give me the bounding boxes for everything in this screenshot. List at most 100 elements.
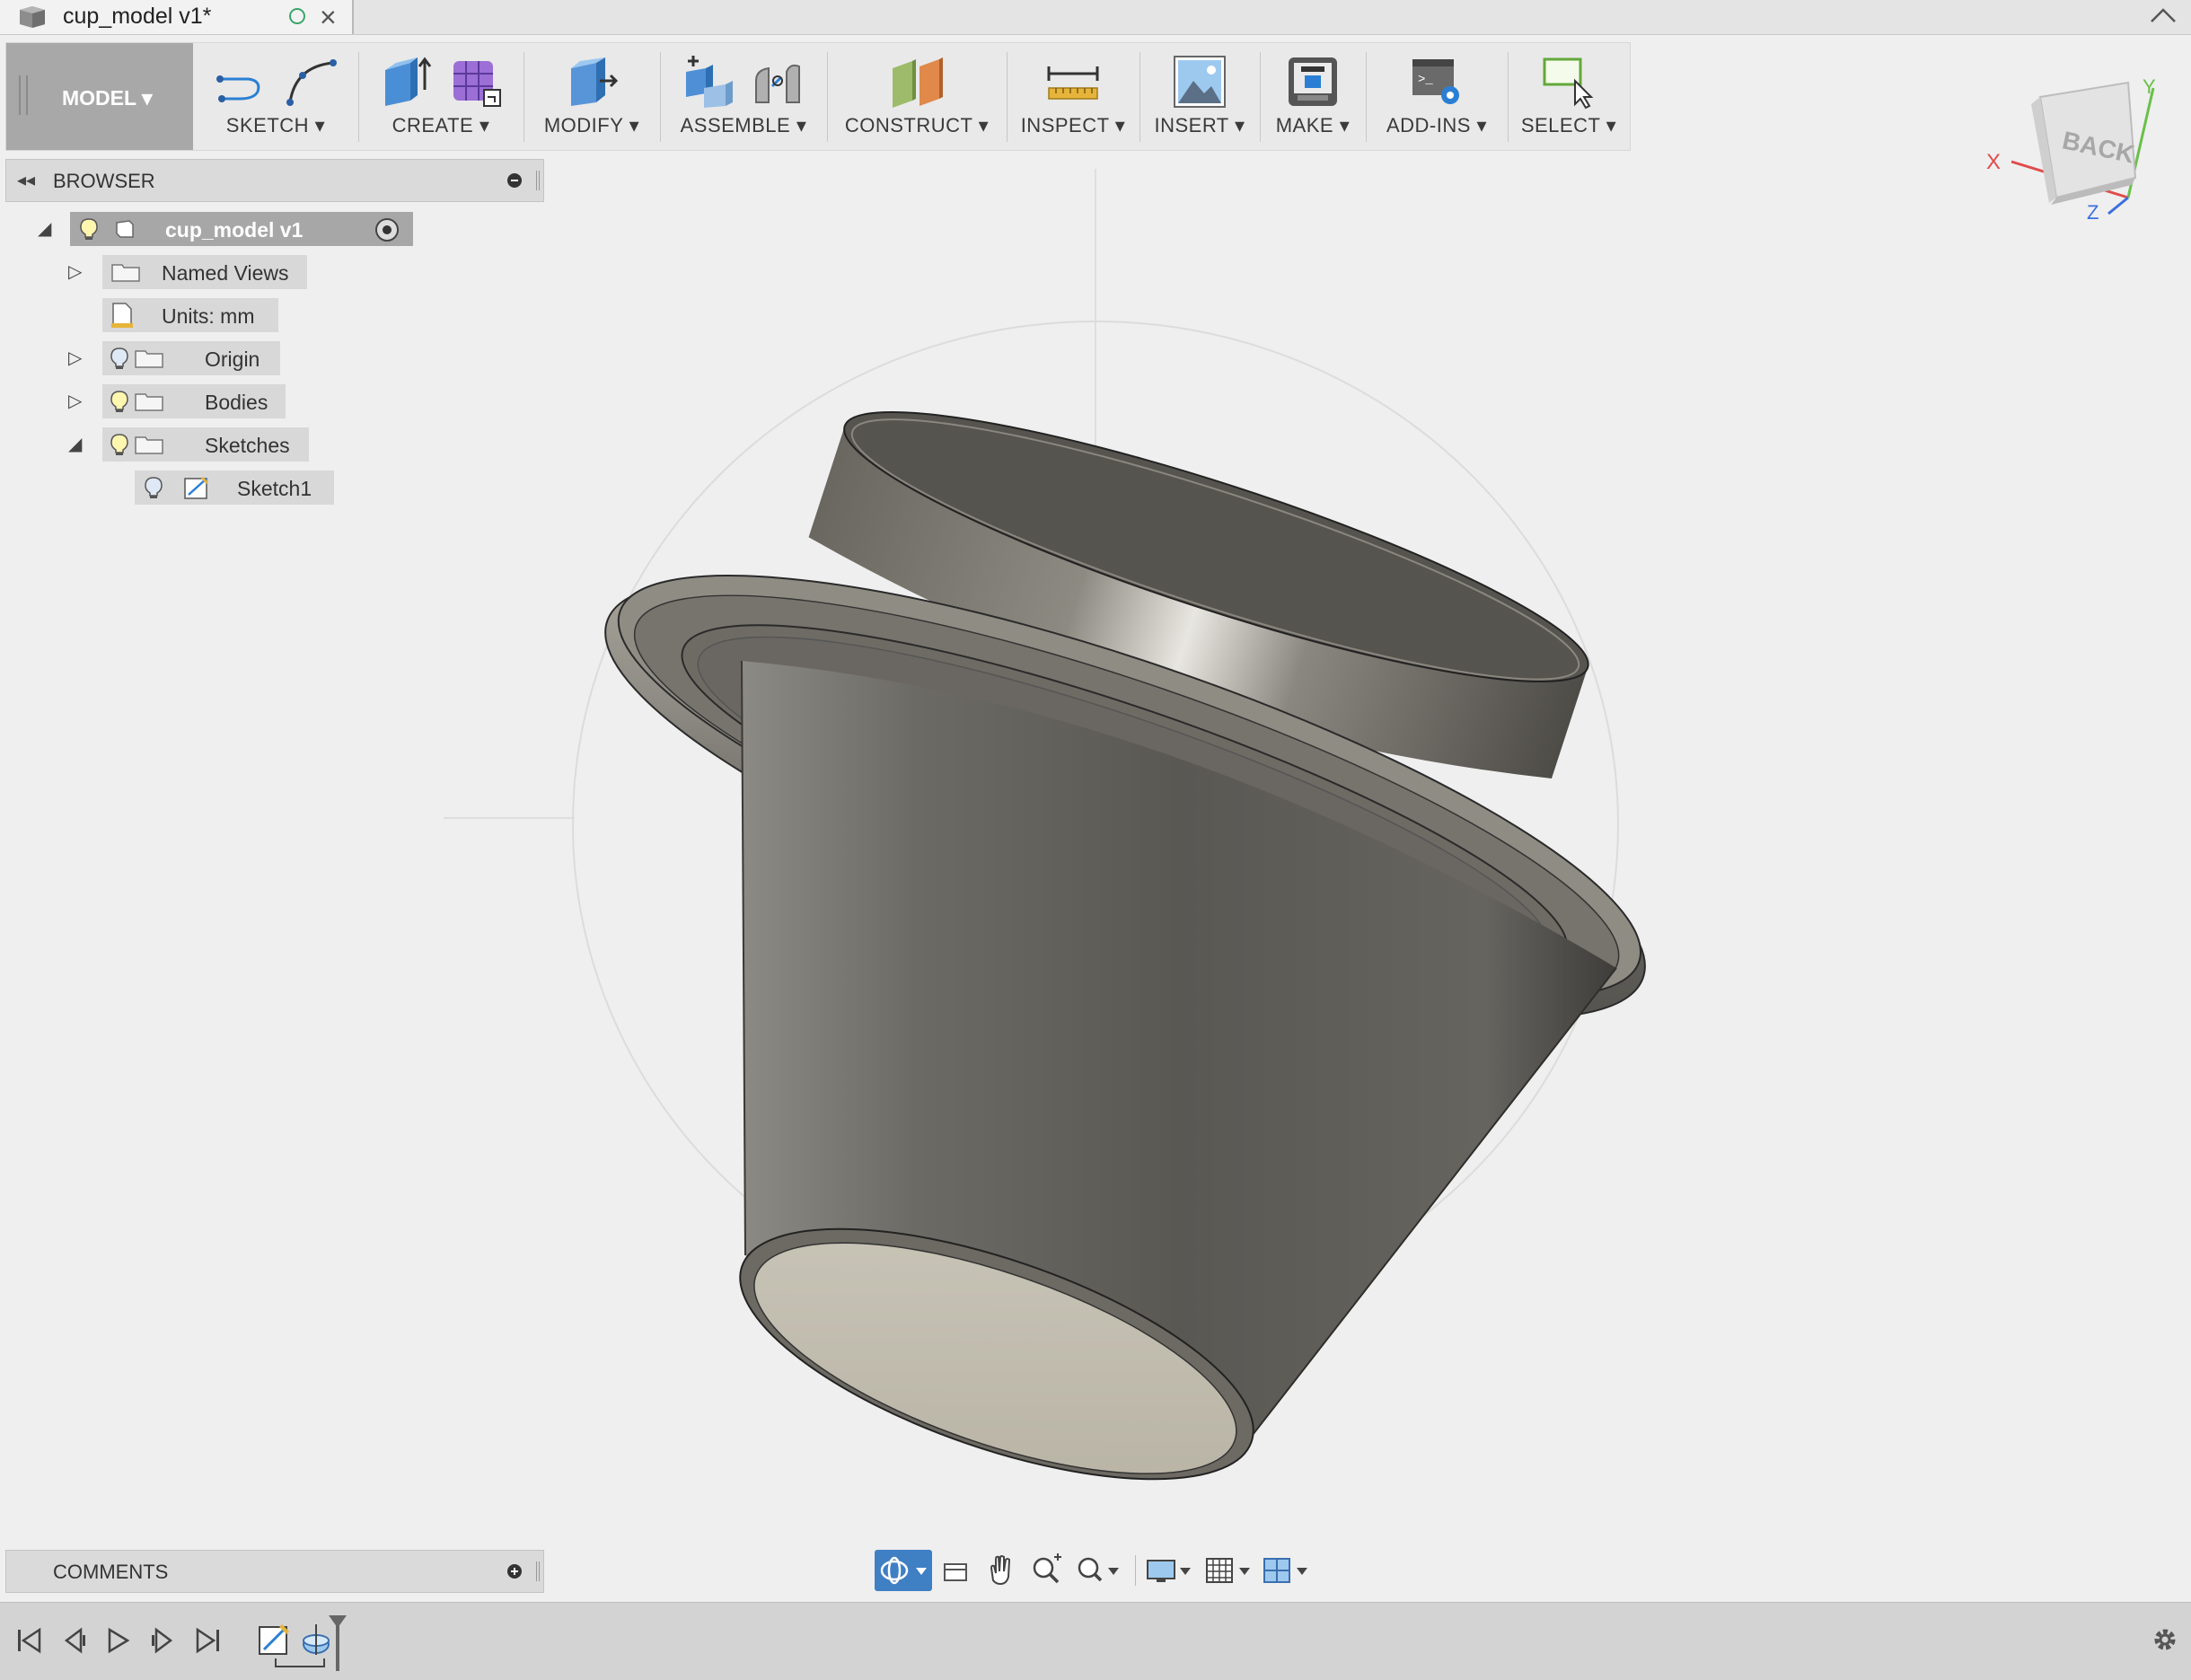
bodies-node[interactable]: Bodies — [102, 384, 286, 418]
timeline-settings-gear-icon[interactable] — [2148, 1623, 2182, 1661]
navbar-divider — [1135, 1555, 1136, 1586]
named-views-node[interactable]: Named Views — [102, 255, 307, 289]
scripts-icon[interactable]: >_ — [1409, 54, 1465, 110]
folder-icon — [111, 262, 140, 286]
inspect-group[interactable]: INSPECT ▾ — [1008, 43, 1138, 150]
skip-start-icon[interactable] — [14, 1626, 45, 1659]
units-node[interactable]: Units: mm — [102, 298, 278, 332]
panel-grip[interactable] — [536, 1561, 540, 1581]
visibility-bulb-icon[interactable] — [144, 476, 163, 504]
expand-triangle-icon[interactable]: ▷ — [68, 390, 82, 412]
orbit-button[interactable] — [875, 1550, 932, 1591]
minimize-panel-icon[interactable] — [507, 173, 522, 188]
add-ins-group[interactable]: >_ ADD-INS ▾ — [1368, 43, 1506, 150]
component-icon — [113, 219, 135, 243]
skip-end-icon[interactable] — [192, 1626, 223, 1659]
modify-group[interactable]: MODIFY ▾ — [525, 43, 658, 150]
viewports-button[interactable] — [1261, 1550, 1316, 1591]
pan-button[interactable] — [981, 1550, 1020, 1591]
make-group[interactable]: MAKE ▾ — [1262, 43, 1364, 150]
workspace-mode-button[interactable]: MODEL ▾ — [6, 43, 193, 150]
assemble-group[interactable]: ASSEMBLE ▾ — [662, 43, 825, 150]
browser-item-bodies[interactable]: ▷ Bodies — [68, 384, 338, 418]
assemble-menu-label: ASSEMBLE ▾ — [680, 114, 807, 136]
sketches-node[interactable]: Sketches — [102, 427, 309, 462]
browser-root-label: cup_model v1 — [165, 218, 304, 242]
play-icon[interactable] — [102, 1626, 133, 1659]
document-cube-icon — [16, 4, 48, 34]
timeline-marker[interactable] — [336, 1621, 339, 1671]
browser-item-origin[interactable]: ▷ Origin — [68, 341, 338, 375]
insert-group[interactable]: INSERT ▾ — [1141, 43, 1258, 150]
timeline-marker-handle[interactable] — [329, 1615, 347, 1628]
zoom-window-icon — [1078, 1557, 1119, 1582]
activate-radio-icon[interactable] — [375, 218, 399, 242]
browser-item-sketches[interactable]: ◢ Sketches — [68, 427, 338, 462]
create-group[interactable]: CREATE ▾ — [360, 43, 522, 150]
view-cube[interactable]: X Y Z BACK — [1975, 72, 2156, 229]
grid-settings-button[interactable] — [1203, 1550, 1259, 1591]
origin-label: Origin — [205, 347, 260, 371]
document-tab[interactable]: cup_model v1* × — [0, 0, 354, 34]
sketch-arc-icon[interactable] — [283, 54, 339, 110]
visibility-bulb-icon[interactable] — [110, 433, 129, 461]
add-comment-icon[interactable] — [507, 1564, 522, 1579]
browser-item-units[interactable]: Units: mm — [68, 298, 338, 332]
visibility-bulb-icon[interactable] — [79, 217, 99, 245]
expand-triangle-icon[interactable]: ◢ — [38, 217, 51, 240]
revolve-feature-icon[interactable] — [300, 1623, 336, 1663]
origin-node[interactable]: Origin — [102, 341, 280, 375]
browser-root-item[interactable]: cup_model v1 — [70, 212, 413, 246]
visibility-bulb-icon[interactable] — [110, 347, 129, 374]
select-group[interactable]: SELECT ▾ — [1509, 43, 1628, 150]
browser-panel-header[interactable]: ◂◂ BROWSER — [5, 159, 544, 202]
sketch-group[interactable]: SKETCH ▾ — [195, 43, 356, 150]
comments-panel-header[interactable]: COMMENTS — [5, 1550, 544, 1593]
zoom-window-button[interactable] — [1072, 1550, 1130, 1591]
browser-root-row[interactable]: ◢ cup_model v1 — [34, 212, 413, 246]
expand-triangle-icon[interactable]: ◢ — [68, 433, 82, 455]
press-pull-icon[interactable] — [564, 54, 620, 110]
chevron-up-icon[interactable] — [2148, 2, 2178, 33]
extrude-icon[interactable] — [378, 54, 434, 110]
new-component-icon[interactable] — [681, 54, 736, 110]
sketch-line-icon[interactable] — [213, 54, 268, 110]
toolbar-divider — [1139, 52, 1140, 142]
3d-print-icon[interactable] — [1285, 54, 1341, 110]
look-at-button[interactable] — [937, 1550, 973, 1591]
visibility-bulb-icon[interactable] — [110, 390, 129, 418]
step-forward-icon[interactable] — [147, 1626, 178, 1659]
joint-icon[interactable] — [751, 54, 806, 110]
panel-grip[interactable] — [536, 171, 540, 190]
construct-menu-label: CONSTRUCT ▾ — [844, 114, 990, 136]
insert-image-icon[interactable] — [1172, 54, 1227, 110]
offset-plane-icon[interactable] — [887, 54, 946, 110]
measure-icon[interactable] — [1045, 54, 1101, 110]
expand-triangle-icon[interactable]: ▷ — [68, 347, 82, 369]
close-tab-button[interactable]: × — [320, 0, 337, 34]
step-back-icon[interactable] — [59, 1626, 90, 1659]
form-icon[interactable] — [448, 54, 504, 110]
sketch-icon — [183, 475, 210, 505]
select-window-icon[interactable] — [1541, 54, 1597, 110]
workspace-mode-label: MODEL ▾ — [62, 86, 153, 110]
zoom-button[interactable] — [1027, 1550, 1067, 1591]
construct-group[interactable]: CONSTRUCT ▾ — [829, 43, 1005, 150]
document-title: cup_model v1* — [63, 4, 212, 29]
save-status-icon — [289, 8, 305, 24]
sketch1-node[interactable]: Sketch1 — [135, 471, 334, 505]
insert-menu-label: INSERT ▾ — [1154, 114, 1245, 136]
browser-item-sketch1[interactable]: Sketch1 — [135, 471, 404, 505]
toolbar-divider — [1508, 52, 1509, 142]
display-settings-button[interactable] — [1144, 1550, 1200, 1591]
display-settings-icon — [1147, 1560, 1191, 1582]
named-views-label: Named Views — [162, 261, 289, 285]
sketch-feature-icon[interactable] — [257, 1623, 291, 1661]
expand-triangle-icon[interactable]: ▷ — [68, 260, 82, 283]
browser-item-named-views[interactable]: ▷ Named Views — [68, 255, 338, 289]
orbit-icon — [880, 1556, 927, 1585]
collapse-browser-icon[interactable]: ◂◂ — [17, 169, 35, 191]
toolbar-divider — [1260, 52, 1261, 142]
folder-icon — [135, 435, 163, 459]
pan-icon — [990, 1555, 1011, 1586]
